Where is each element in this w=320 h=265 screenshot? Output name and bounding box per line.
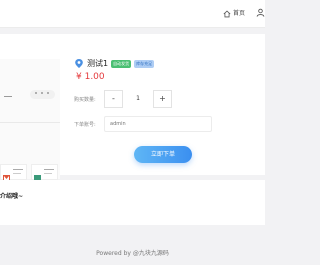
quantity-label: 购买数量: xyxy=(74,97,96,103)
buy-now-button[interactable]: 立即下单 xyxy=(134,146,192,163)
gallery-dots xyxy=(30,90,55,99)
section-title: 介绍哦~ xyxy=(0,193,24,200)
user-icon[interactable] xyxy=(256,8,265,17)
home-icon xyxy=(223,9,231,18)
product-price: ¥ 1.00 xyxy=(76,72,105,82)
product-title: 测试1 xyxy=(87,59,109,68)
gallery-thumbnails xyxy=(0,164,58,183)
gallery-thumbnail[interactable] xyxy=(0,164,27,183)
product-gallery xyxy=(0,59,60,183)
location-pin-icon xyxy=(74,58,84,69)
description-section: 介绍哦~ xyxy=(0,180,265,225)
gallery-divider xyxy=(0,122,60,123)
account-input[interactable] xyxy=(104,116,212,132)
gallery-thumbnail[interactable] xyxy=(31,164,58,183)
thumbnail-line xyxy=(13,173,21,174)
thumbnail-line xyxy=(44,173,52,174)
thumbnail-logo-icon xyxy=(3,168,10,183)
quantity-stepper: - 1 + xyxy=(104,90,172,108)
footer-credit: Powered by @九块九源码 xyxy=(96,250,169,257)
thumbnail-line xyxy=(44,169,54,170)
decrease-button[interactable]: - xyxy=(104,90,123,108)
increase-button[interactable]: + xyxy=(153,90,172,108)
thumbnail-line xyxy=(13,169,23,170)
account-label: 下单账号: xyxy=(74,122,96,128)
top-navbar: 首页 xyxy=(0,0,265,28)
gallery-text-line xyxy=(4,96,12,97)
stock-badge: 库存充足 xyxy=(134,59,155,68)
product-title-row: 测试1 自动发货 库存充足 xyxy=(74,58,155,69)
quantity-value[interactable]: 1 xyxy=(123,91,153,107)
status-badge: 自动发货 xyxy=(111,59,132,68)
home-link[interactable]: 首页 xyxy=(223,8,245,19)
home-label: 首页 xyxy=(233,9,246,17)
thumbnail-logo-icon xyxy=(34,168,41,183)
